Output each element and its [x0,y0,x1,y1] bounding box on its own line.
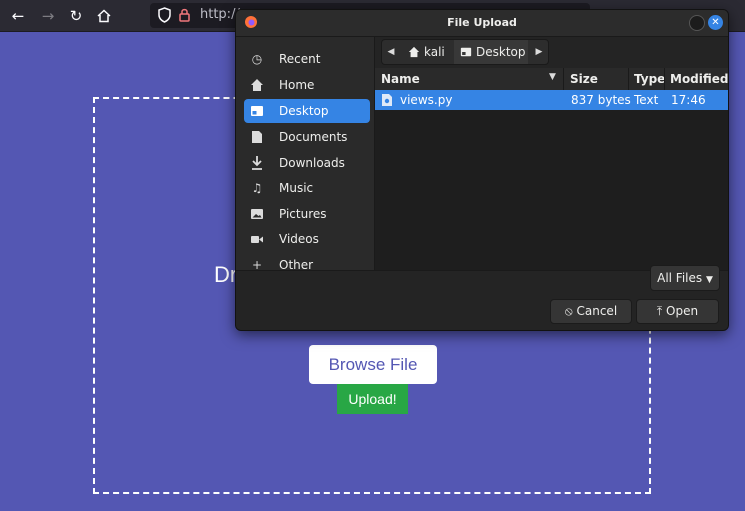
column-header-modified[interactable]: Modified [670,72,728,86]
arrow-left-icon: ← [11,7,25,25]
open-button[interactable]: ⤒ Open [636,299,719,324]
sidebar-item-pictures[interactable]: Pictures [244,202,370,226]
python-file-icon [382,94,392,106]
filter-label: All Files [657,271,703,285]
sort-down-icon: ▼ [549,72,556,82]
cancel-icon: ⦸ [564,304,573,318]
sidebar-item-recent[interactable]: ◷ Recent [244,47,370,71]
lock-warning-icon [179,8,190,22]
minimize-button[interactable] [689,15,705,31]
sidebar-item-label: Pictures [279,207,327,221]
sidebar-item-videos[interactable]: Videos [244,227,370,251]
browse-file-button[interactable]: Browse File [309,345,437,384]
close-icon: ✕ [711,17,720,28]
sidebar-item-label: Recent [279,52,321,66]
back-button[interactable]: ← [7,5,29,27]
path-forward-button[interactable]: ▶ [530,40,548,64]
forward-button[interactable]: → [37,5,59,27]
cancel-label: Cancel [576,304,618,318]
file-modified: 17:46 [671,93,706,107]
reload-icon: ↻ [69,7,83,25]
chevron-right-icon: ▶ [535,47,543,57]
sidebar-item-documents[interactable]: Documents [244,125,370,149]
sidebar-item-label: Home [279,78,315,92]
video-icon [251,236,263,243]
cancel-button[interactable]: ⦸ Cancel [550,299,632,324]
path-bar: ◀ kali Desktop ▶ [381,39,549,65]
sidebar-item-label: Downloads [279,156,345,170]
dialog-title: File Upload [447,16,517,29]
drop-zone-text: Dr [214,262,238,287]
close-button[interactable]: ✕ [708,15,723,30]
plus-icon: + [251,258,263,270]
shield-icon [158,7,171,23]
home-button[interactable] [93,5,115,27]
url-text: http:// [200,7,240,22]
path-segment-home[interactable]: kali [402,40,450,64]
path-back-button[interactable]: ◀ [382,40,400,64]
file-size: 837 bytes [571,93,631,107]
clock-icon: ◷ [251,52,263,66]
chevron-left-icon: ◀ [387,47,395,57]
places-sidebar: ◷ Recent Home Desktop Documents Download… [236,37,375,270]
path-segment-desktop[interactable]: Desktop [454,40,528,64]
desktop-icon [460,47,472,57]
reload-button[interactable]: ↻ [65,5,87,27]
dialog-titlebar: File Upload ✕ [236,10,728,37]
sidebar-item-label: Music [279,181,314,195]
upload-button[interactable]: Upload! [337,384,408,414]
sidebar-item-other-locations[interactable]: + Other Locations [244,253,370,270]
sidebar-item-music[interactable]: ♫ Music [244,176,370,200]
path-segment-label: kali [424,45,445,59]
sidebar-item-label: Other Locations [279,258,314,270]
file-filter-dropdown[interactable]: All Files ▼ [650,265,720,291]
column-header-size[interactable]: Size [570,72,598,86]
file-type: Text [634,93,659,107]
file-list-header: Name ▼ Size Type Modified [375,68,728,91]
home-icon [97,9,111,23]
column-header-type[interactable]: Type [634,72,665,86]
home-icon [408,46,420,58]
download-icon [252,156,262,170]
path-segment-label: Desktop [476,45,526,59]
file-upload-dialog: File Upload ✕ ◷ Recent Home Desktop Docu… [235,9,729,331]
home-icon [251,79,263,91]
sidebar-item-desktop[interactable]: Desktop [244,99,370,123]
sidebar-item-home[interactable]: Home [244,73,370,97]
upload-icon: ⤒ [656,304,663,318]
picture-icon [251,209,263,219]
sidebar-item-label: Desktop [279,104,329,118]
file-name: views.py [400,93,453,107]
chevron-down-icon: ▼ [705,275,713,285]
sidebar-item-label: Documents [279,130,348,144]
column-header-name[interactable]: Name [381,72,420,86]
music-icon: ♫ [251,181,263,195]
sidebar-item-label: Videos [279,232,319,246]
file-list: Name ▼ Size Type Modified views.py 837 b… [375,68,728,270]
document-icon [252,131,262,143]
arrow-right-icon: → [41,7,55,25]
desktop-icon [251,106,263,116]
open-label: Open [666,304,699,318]
sidebar-item-downloads[interactable]: Downloads [244,151,370,175]
file-row[interactable]: views.py 837 bytes Text 17:46 [375,90,728,110]
